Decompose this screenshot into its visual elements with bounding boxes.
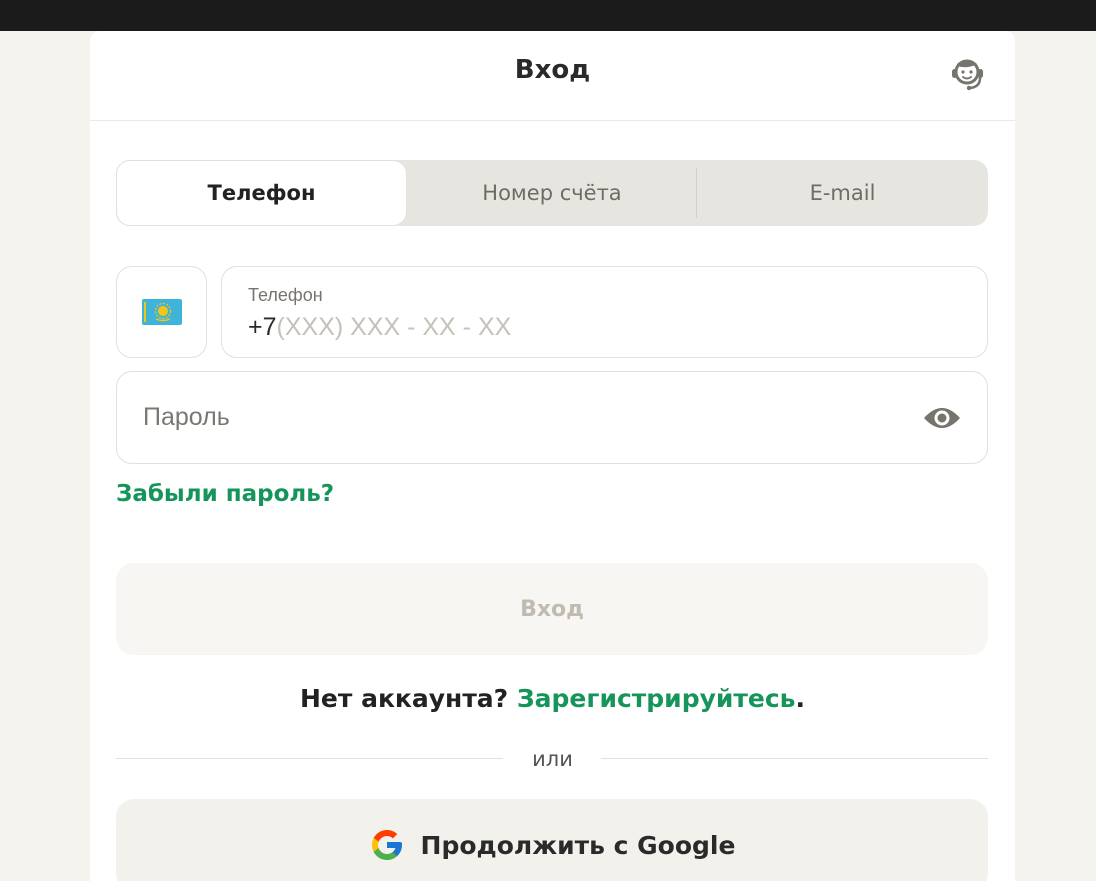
phone-value: +7(XXX) XXX - XX - XX (248, 313, 511, 342)
phone-prefix: +7 (248, 313, 277, 341)
tab-email[interactable]: E-mail (697, 160, 988, 226)
login-method-tabs: Телефон Номер счёта E-mail (116, 160, 988, 226)
signup-prompt: Нет аккаунта? Зарегистрируйтесь. (90, 684, 1015, 713)
password-placeholder: Пароль (143, 403, 230, 431)
password-input[interactable]: Пароль (116, 371, 988, 464)
phone-input[interactable]: Телефон +7(XXX) XXX - XX - XX (221, 266, 988, 358)
country-code-selector[interactable] (116, 266, 207, 358)
tab-phone[interactable]: Телефон (116, 160, 407, 226)
forgot-password-link[interactable]: Забыли пароль? (116, 481, 334, 507)
show-password-toggle[interactable] (922, 401, 962, 435)
kazakhstan-flag-icon (141, 299, 182, 325)
support-button[interactable] (947, 54, 989, 94)
login-button[interactable]: Вход (116, 563, 988, 655)
phone-field-label: Телефон (248, 285, 323, 305)
separator-text: или (532, 747, 573, 771)
google-signin-button[interactable]: Продолжить с Google (116, 799, 988, 881)
login-card: Вход Телефон Номер счёта E-mail Телефон … (90, 31, 1015, 881)
headset-support-icon (952, 59, 983, 91)
separator-line-right (601, 758, 988, 759)
google-logo-icon (371, 830, 402, 860)
google-button-label: Продолжить с Google (420, 830, 736, 860)
signup-text: Нет аккаунта? (300, 684, 509, 713)
browser-top-bar (0, 0, 1096, 31)
login-header: Вход (90, 31, 1015, 121)
tab-account-number[interactable]: Номер счёта (407, 160, 697, 226)
eye-icon (924, 408, 960, 428)
signup-suffix: . (795, 684, 805, 713)
signup-link[interactable]: Зарегистрируйтесь (517, 684, 796, 713)
page-title: Вход (514, 55, 591, 85)
phone-mask-placeholder: (XXX) XXX - XX - XX (276, 313, 512, 341)
